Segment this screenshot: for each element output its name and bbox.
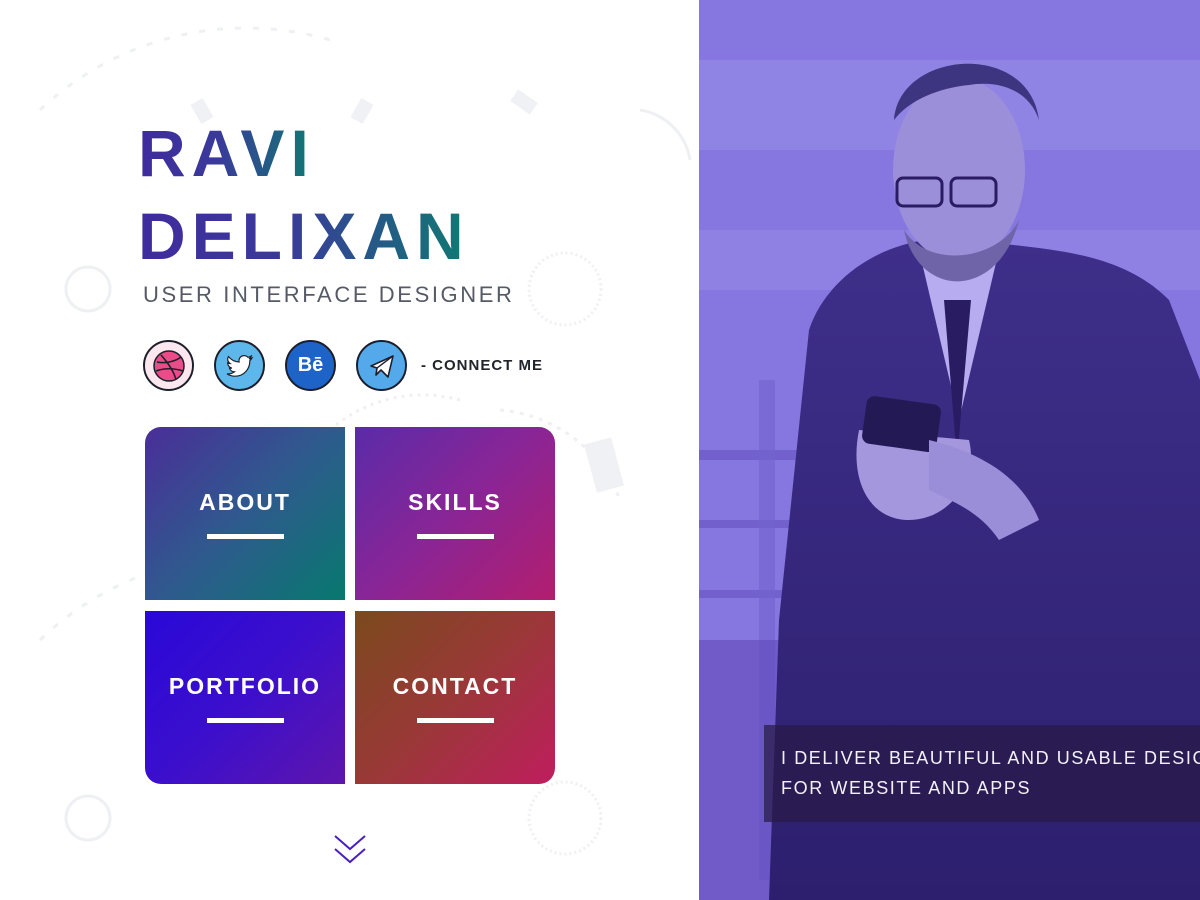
tile-contact-label: CONTACT: [392, 672, 518, 699]
dribbble-button[interactable]: [143, 340, 194, 391]
tile-portfolio[interactable]: PORTFOLIO: [145, 611, 345, 784]
tile-skills-label: SKILLS: [408, 488, 502, 515]
tile-skills-underline: [416, 533, 494, 539]
social-links: Bē - CONNECT ME: [143, 340, 543, 391]
tile-contact-underline: [416, 717, 494, 723]
tile-portfolio-label: PORTFOLIO: [168, 672, 322, 699]
telegram-button[interactable]: [356, 340, 407, 391]
tile-portfolio-underline: [206, 717, 284, 723]
navigation-tiles: ABOUT SKILLS PORTFOLIO CONTACT: [145, 427, 555, 784]
behance-icon: Bē: [297, 354, 324, 376]
tile-about[interactable]: ABOUT: [145, 427, 345, 600]
tile-about-underline: [206, 533, 284, 539]
twitter-icon: [226, 354, 254, 377]
last-name: DELIXAN: [138, 199, 470, 273]
scroll-down-chevron-icon[interactable]: [332, 833, 368, 867]
left-panel: RAVI DELIXAN USER INTERFACE DESIGNER Bē: [0, 0, 699, 900]
first-name: RAVI: [138, 116, 315, 190]
hero-caption: I DELIVER BEAUTIFUL AND USABLE DESIGN FO…: [764, 725, 1200, 822]
tile-about-label: ABOUT: [199, 488, 291, 515]
behance-button[interactable]: Bē: [285, 340, 336, 391]
twitter-button[interactable]: [214, 340, 265, 391]
job-title: USER INTERFACE DESIGNER: [143, 282, 515, 307]
tile-contact[interactable]: CONTACT: [355, 611, 555, 784]
telegram-icon: [369, 354, 394, 378]
connect-label: - CONNECT ME: [421, 357, 543, 374]
hero-caption-line-1: I DELIVER BEAUTIFUL AND USABLE DESIGN: [781, 748, 1200, 768]
dribbble-icon: [152, 349, 185, 382]
hero-caption-line-2: FOR WEBSITE AND APPS: [781, 778, 1032, 798]
tile-skills[interactable]: SKILLS: [355, 427, 555, 600]
